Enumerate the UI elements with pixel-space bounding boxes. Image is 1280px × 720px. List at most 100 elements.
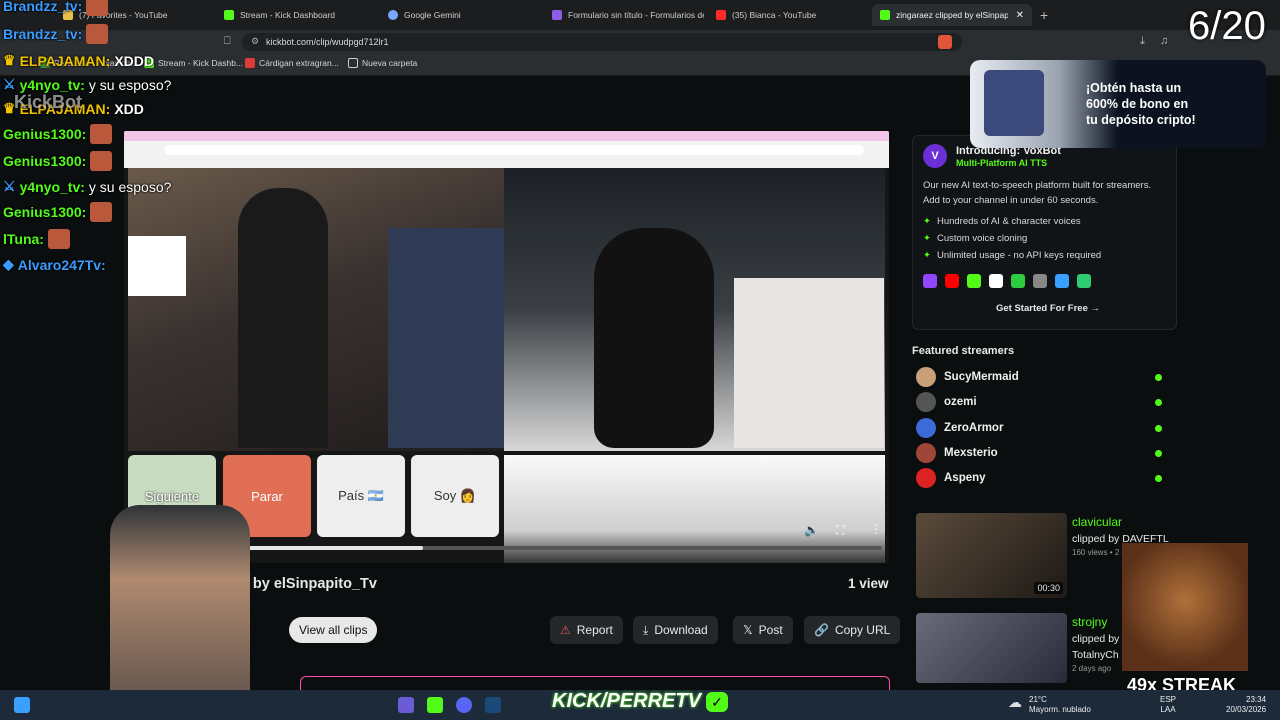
chat-message: ⚔ y4nyo_tv: y su esposo? <box>3 76 172 93</box>
trovo-icon <box>1055 274 1069 288</box>
pais-button[interactable]: País 🇦🇷 <box>317 455 405 537</box>
post-button[interactable]: 𝕏 Post <box>733 616 793 644</box>
weather-icon[interactable]: ☁ <box>1008 694 1022 711</box>
soy-button[interactable]: Soy 👩 <box>411 455 499 537</box>
puzzle-icon <box>1077 274 1091 288</box>
weather-widget[interactable]: 21°C Mayorm. nublado <box>1029 695 1091 715</box>
volume-icon[interactable]: 🔈 <box>804 523 819 537</box>
download-icon[interactable]: ⤓ <box>1140 35 1145 48</box>
featured-streamer[interactable]: Mexsterio <box>916 442 1164 464</box>
tab-kick-dashboard[interactable]: Stream - Kick Dashboard <box>216 4 376 26</box>
clip-channel[interactable]: strojny <box>1072 615 1107 629</box>
kickbot-logo: KickBot <box>14 92 83 112</box>
tiktok-icon <box>989 274 1003 288</box>
tab-google-forms[interactable]: Formulario sin título - Formularios de G… <box>544 4 704 26</box>
promo-banner-text: ¡Obtén hasta un 600% de bono en tu depós… <box>1086 81 1196 127</box>
kick-app-icon[interactable] <box>427 697 443 713</box>
tab-gemini[interactable]: Google Gemini <box>380 4 540 26</box>
featured-streamer[interactable]: ZeroArmor <box>916 417 1164 439</box>
discord-icon[interactable] <box>456 697 472 713</box>
youtube-favicon <box>716 10 726 20</box>
link-icon: 🔗 <box>814 623 829 637</box>
avatar <box>916 468 936 488</box>
app-grid-icon[interactable] <box>398 697 414 713</box>
report-button[interactable]: ⚠ Report <box>550 616 623 644</box>
gem-icon: ◆ <box>3 256 14 272</box>
download-icon: ⤓ <box>643 622 649 637</box>
clip-thumbnail[interactable]: 00:30 <box>916 513 1067 598</box>
avatar <box>916 418 936 438</box>
live-indicator <box>1155 424 1162 432</box>
voxbot-logo-icon: V <box>923 144 947 168</box>
emote-icon <box>86 24 109 44</box>
clip-video-player[interactable]: Siguiente Parar País 🇦🇷 Soy 👩 🔈 ⛶ ⋮ <box>124 131 889 563</box>
clip-thumbnail[interactable] <box>916 613 1067 683</box>
live-indicator <box>1155 474 1162 482</box>
steam-icon[interactable] <box>485 697 501 713</box>
emote-icon <box>90 124 113 144</box>
emote-icon <box>90 202 113 222</box>
chat-message: Genius1300: <box>3 151 113 171</box>
twitch-icon <box>923 274 937 288</box>
clip-channel[interactable]: clavicular <box>1072 515 1122 529</box>
forms-favicon <box>552 10 562 20</box>
emote-icon <box>86 0 109 16</box>
verified-check-icon: ✓ <box>706 692 728 712</box>
bookmark-cardigan[interactable]: Cárdigan extragran... <box>245 58 339 68</box>
bookmark-star-icon[interactable]: ⎕ <box>224 35 231 48</box>
rumble-icon <box>1011 274 1025 288</box>
chat-message: ◆ Alvaro247Tv: <box>3 256 106 273</box>
featured-streamer[interactable]: ozemi <box>916 391 1164 413</box>
bookmark-kick-dashboard[interactable]: Stream - Kick Dashb... <box>144 58 243 68</box>
view-count: 1 view <box>848 576 889 591</box>
person-silhouette <box>594 228 714 448</box>
kick-icon <box>967 274 981 288</box>
youtube-icon <box>945 274 959 288</box>
kick-favicon <box>224 10 234 20</box>
avatar <box>916 392 936 412</box>
featured-streamers-heading: Featured streamers <box>912 345 1015 357</box>
featured-streamer[interactable]: Aspeny <box>916 467 1164 489</box>
emote-icon <box>90 151 113 171</box>
comment-box-edge <box>300 676 890 690</box>
clip-counter: 6/20 <box>1188 4 1266 48</box>
live-indicator <box>1155 449 1162 457</box>
link-icon <box>1033 274 1047 288</box>
bookmark-folder[interactable]: Nueva carpeta <box>348 58 417 68</box>
close-tab-icon[interactable]: ✕ <box>1016 10 1024 21</box>
emote-icon <box>47 229 70 249</box>
url-field[interactable]: ⚙ kickbot.com/clip/wudpgd712lr1 <box>242 33 962 51</box>
copy-url-button[interactable]: 🔗 Copy URL <box>804 616 901 644</box>
warning-icon: ⚠ <box>560 623 571 637</box>
desk <box>734 278 884 448</box>
avatar <box>916 443 936 463</box>
windows-start-icon[interactable] <box>14 697 30 713</box>
download-button[interactable]: ⤓ Download <box>633 616 718 644</box>
tab-kickbot-clip[interactable]: zingaraez clipped by elSinpapito_Tv✕ <box>872 4 1032 26</box>
clock[interactable]: 23:34 20/03/2026 <box>1226 695 1266 715</box>
tab-youtube-bianca[interactable]: (35) Bianca - YouTube <box>708 4 868 26</box>
crown-icon: ♛ <box>3 52 16 68</box>
reaction-face-webcam <box>1122 543 1248 671</box>
language-indicator[interactable]: ESP LAA <box>1160 695 1176 715</box>
browser-tab-bar: (7) Favorites - YouTube Stream - Kick Da… <box>0 0 1280 30</box>
get-started-link[interactable]: Get Started For Free → <box>996 303 1100 314</box>
live-indicator <box>1155 373 1162 381</box>
brave-shield-icon[interactable] <box>938 35 952 49</box>
more-options-icon[interactable]: ⋮ <box>870 522 882 536</box>
promo-feature: ✦ Unlimited usage - no API keys required <box>923 250 1102 261</box>
new-tab-icon[interactable]: + <box>1040 7 1048 23</box>
embedded-url-bar <box>164 145 864 155</box>
embedded-tab-strip <box>124 131 889 141</box>
media-icon[interactable]: ♫ <box>1160 35 1168 47</box>
view-all-clips-button[interactable]: View all clips <box>289 617 378 643</box>
fullscreen-icon[interactable]: ⛶ <box>836 523 844 538</box>
chat-message: ♛ ELPAJAMAN: XDDD <box>3 52 154 69</box>
chat-message: Genius1300: <box>3 124 113 144</box>
right-webcam-feed <box>504 168 885 451</box>
featured-streamer[interactable]: SucyMermaid <box>916 366 1164 388</box>
chat-message: Brandzz_tv: <box>3 24 109 44</box>
site-info-icon[interactable]: ⚙ <box>251 36 259 47</box>
store-icon <box>245 58 255 68</box>
sparkle-icon: ✦ <box>923 250 931 261</box>
